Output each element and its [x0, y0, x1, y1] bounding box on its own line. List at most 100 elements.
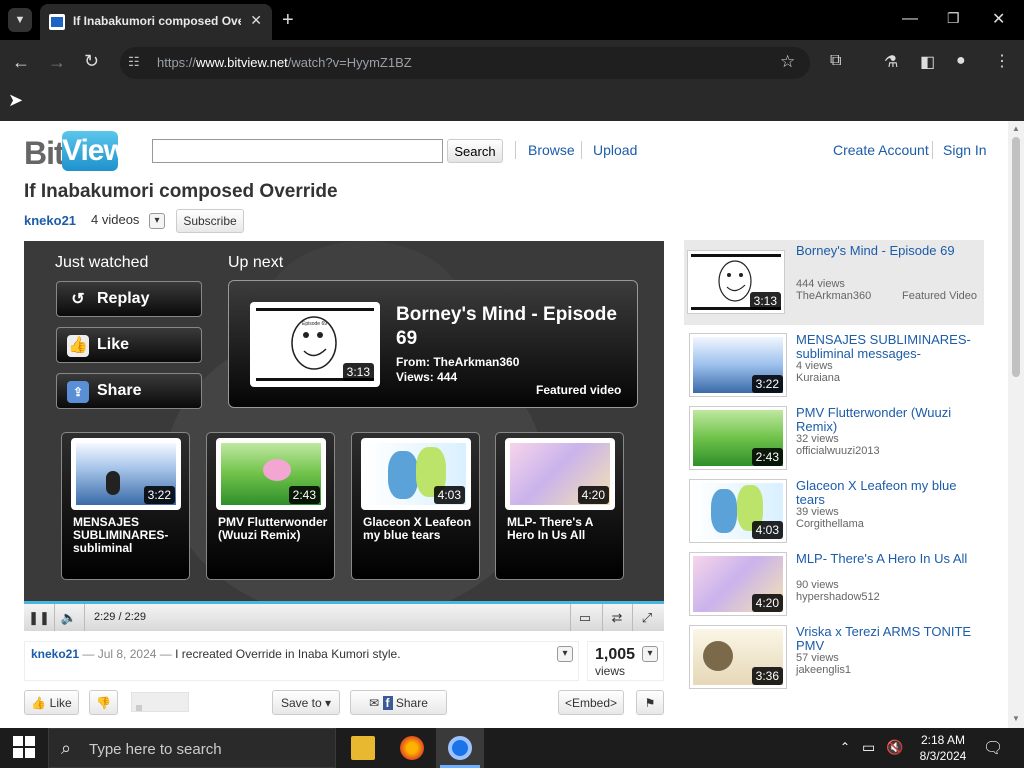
- browser-tab-strip: ▼ If Inabakumori composed Override ✕ + —…: [0, 0, 1024, 40]
- related-thumbnail: 4:20: [689, 552, 787, 616]
- chevron-down-icon[interactable]: ▾: [149, 213, 165, 229]
- duration-badge: 3:13: [342, 363, 374, 381]
- embed-button[interactable]: <Embed>: [558, 690, 624, 715]
- up-next-video[interactable]: Episode 69 3:13 Borney's Mind - Episode …: [228, 280, 638, 408]
- suggested-card[interactable]: 4:20 MLP- There's A Hero In Us All: [495, 432, 624, 580]
- reload-icon[interactable]: ↻: [84, 51, 99, 72]
- related-video-item[interactable]: 4:03 Glaceon X Leafeon my blue tears 39 …: [684, 475, 984, 547]
- replay-button[interactable]: ↺ Replay: [56, 281, 202, 317]
- related-title[interactable]: PMV Flutterwonder (Wuuzi Remix): [796, 406, 982, 434]
- firefox-icon[interactable]: [400, 736, 424, 760]
- subscribe-button[interactable]: Subscribe: [176, 209, 244, 233]
- scroll-down-icon[interactable]: ▼: [1012, 714, 1020, 723]
- share-endscreen-button[interactable]: ⇪ Share: [56, 373, 202, 409]
- minimize-icon[interactable]: —: [902, 10, 918, 28]
- duration-badge: 4:03: [433, 486, 465, 504]
- divider: [581, 141, 582, 159]
- fullscreen-icon[interactable]: ⤢: [634, 606, 660, 630]
- browse-link[interactable]: Browse: [528, 142, 575, 158]
- restore-window-icon[interactable]: ❐: [947, 10, 960, 27]
- search-input[interactable]: [152, 139, 443, 163]
- sign-in-link[interactable]: Sign In: [943, 142, 987, 158]
- stats-dropdown-icon[interactable]: ▾: [642, 646, 658, 662]
- volume-muted-icon[interactable]: 🔇: [886, 739, 903, 756]
- close-window-icon[interactable]: ✕: [992, 9, 1005, 29]
- address-bar[interactable]: ☷ https://www.bitview.net/watch?v=HyymZ1…: [120, 47, 810, 79]
- related-video-item[interactable]: 2:43 PMV Flutterwonder (Wuuzi Remix) 32 …: [684, 402, 984, 474]
- related-user[interactable]: Corgithellama: [796, 518, 864, 530]
- pause-icon[interactable]: ❚❚: [26, 606, 52, 630]
- popout-icon[interactable]: ▭: [572, 606, 598, 630]
- site-info-icon[interactable]: ☷: [128, 54, 140, 70]
- suggested-card[interactable]: 3:22 MENSAJES SUBLIMINARES-subliminal: [61, 432, 190, 580]
- forward-arrow-icon[interactable]: →: [48, 52, 66, 73]
- duration-badge: 4:03: [751, 521, 783, 539]
- flag-icon: ⚑: [644, 695, 656, 710]
- side-panel-icon[interactable]: ◧: [920, 52, 935, 72]
- related-video-item[interactable]: 3:13 Borney's Mind - Episode 69 444 view…: [684, 240, 984, 325]
- volume-icon[interactable]: 🔈: [56, 606, 82, 630]
- expand-description-icon[interactable]: ▾: [557, 646, 573, 662]
- save-to-button[interactable]: Save to ▾: [272, 690, 340, 715]
- suggested-card[interactable]: 2:43 PMV Flutterwonder (Wuuzi Remix): [206, 432, 335, 580]
- card-thumbnail: 4:03: [361, 438, 471, 510]
- labs-flask-icon[interactable]: ⚗: [884, 52, 898, 72]
- flag-button[interactable]: ⚑: [636, 690, 664, 715]
- page-scrollbar[interactable]: ▲ ▼: [1008, 121, 1024, 728]
- taskbar-search-box[interactable]: ⌕ Type here to search: [48, 728, 336, 768]
- file-explorer-icon[interactable]: [351, 736, 375, 760]
- save-to-label: Save to: [280, 695, 322, 710]
- related-video-item[interactable]: 4:20 MLP- There's A Hero In Us All 90 vi…: [684, 548, 984, 620]
- suggested-card[interactable]: 4:03 Glaceon X Leafeon my blue tears: [351, 432, 480, 580]
- like-button[interactable]: 👍 Like: [24, 690, 79, 715]
- share-icon: ⇪: [67, 381, 89, 403]
- related-user[interactable]: hypershadow512: [796, 591, 880, 603]
- windows-start-icon[interactable]: [13, 736, 37, 760]
- bookmark-star-icon[interactable]: ☆: [780, 52, 795, 72]
- network-icon[interactable]: ▭: [862, 739, 875, 756]
- view-counter: 1,005 views ▾: [587, 641, 664, 681]
- related-video-item[interactable]: 3:22 MENSAJES SUBLIMINARES-subliminal me…: [684, 329, 984, 401]
- new-tab-icon[interactable]: +: [282, 9, 294, 32]
- related-views: 39 views: [796, 506, 839, 518]
- share-button[interactable]: ✉ f Share: [350, 690, 447, 715]
- back-arrow-icon[interactable]: ←: [12, 52, 30, 73]
- related-user[interactable]: officialwuuzi2013: [796, 445, 880, 457]
- related-user[interactable]: jakeenglis1: [796, 664, 851, 676]
- related-title[interactable]: Glaceon X Leafeon my blue tears: [796, 479, 982, 507]
- up-next-thumbnail: Episode 69 3:13: [250, 302, 380, 387]
- divider: [602, 604, 603, 631]
- video-description: kneko21 — Jul 8, 2024 — I recreated Over…: [24, 641, 579, 681]
- scroll-up-icon[interactable]: ▲: [1012, 124, 1020, 133]
- dislike-button[interactable]: 👎: [89, 690, 118, 715]
- tab-search-dropdown-icon[interactable]: ▼: [8, 8, 32, 32]
- extensions-puzzle-icon[interactable]: ⧉: [830, 52, 841, 70]
- upload-link[interactable]: Upload: [593, 142, 637, 158]
- chrome-taskbar-active[interactable]: [436, 728, 484, 768]
- create-account-link[interactable]: Create Account: [833, 142, 929, 158]
- video-player[interactable]: Just watched Up next ↺ Replay 👍 Like ⇪ S…: [24, 241, 664, 601]
- related-user[interactable]: Kuraiana: [796, 372, 840, 384]
- notifications-icon[interactable]: 🗨: [983, 738, 1003, 758]
- taskbar-clock[interactable]: 2:18 AM 8/3/2024: [913, 732, 973, 764]
- related-video-item[interactable]: 3:36 Vriska x Terezi ARMS TONITE PMV 57 …: [684, 621, 984, 693]
- browser-tab[interactable]: If Inabakumori composed Override ✕: [40, 4, 272, 40]
- related-title[interactable]: MLP- There's A Hero In Us All: [796, 552, 982, 566]
- search-button[interactable]: Search: [447, 139, 503, 163]
- tab-close-icon[interactable]: ✕: [250, 12, 262, 29]
- related-views: 4 views: [796, 360, 833, 372]
- channel-link[interactable]: kneko21: [24, 213, 76, 228]
- video-title: If Inabakumori composed Override: [24, 181, 338, 202]
- related-user[interactable]: TheArkman360: [796, 290, 871, 302]
- scrollbar-thumb[interactable]: [1012, 137, 1020, 377]
- loop-icon[interactable]: ⇄: [604, 606, 630, 630]
- related-title[interactable]: Borney's Mind - Episode 69: [796, 244, 982, 258]
- related-title[interactable]: MENSAJES SUBLIMINARES-subliminal message…: [796, 333, 982, 361]
- like-endscreen-button[interactable]: 👍 Like: [56, 327, 202, 363]
- description-user-link[interactable]: kneko21: [31, 647, 79, 661]
- player-controls: ❚❚ 🔈 2:29 / 2:29 ▭ ⇄ ⤢: [24, 601, 664, 631]
- related-title[interactable]: Vriska x Terezi ARMS TONITE PMV: [796, 625, 982, 653]
- profile-icon[interactable]: ●: [956, 52, 966, 70]
- menu-kebab-icon[interactable]: ⋮: [994, 51, 1010, 71]
- chevron-up-icon[interactable]: ⌃: [840, 740, 850, 754]
